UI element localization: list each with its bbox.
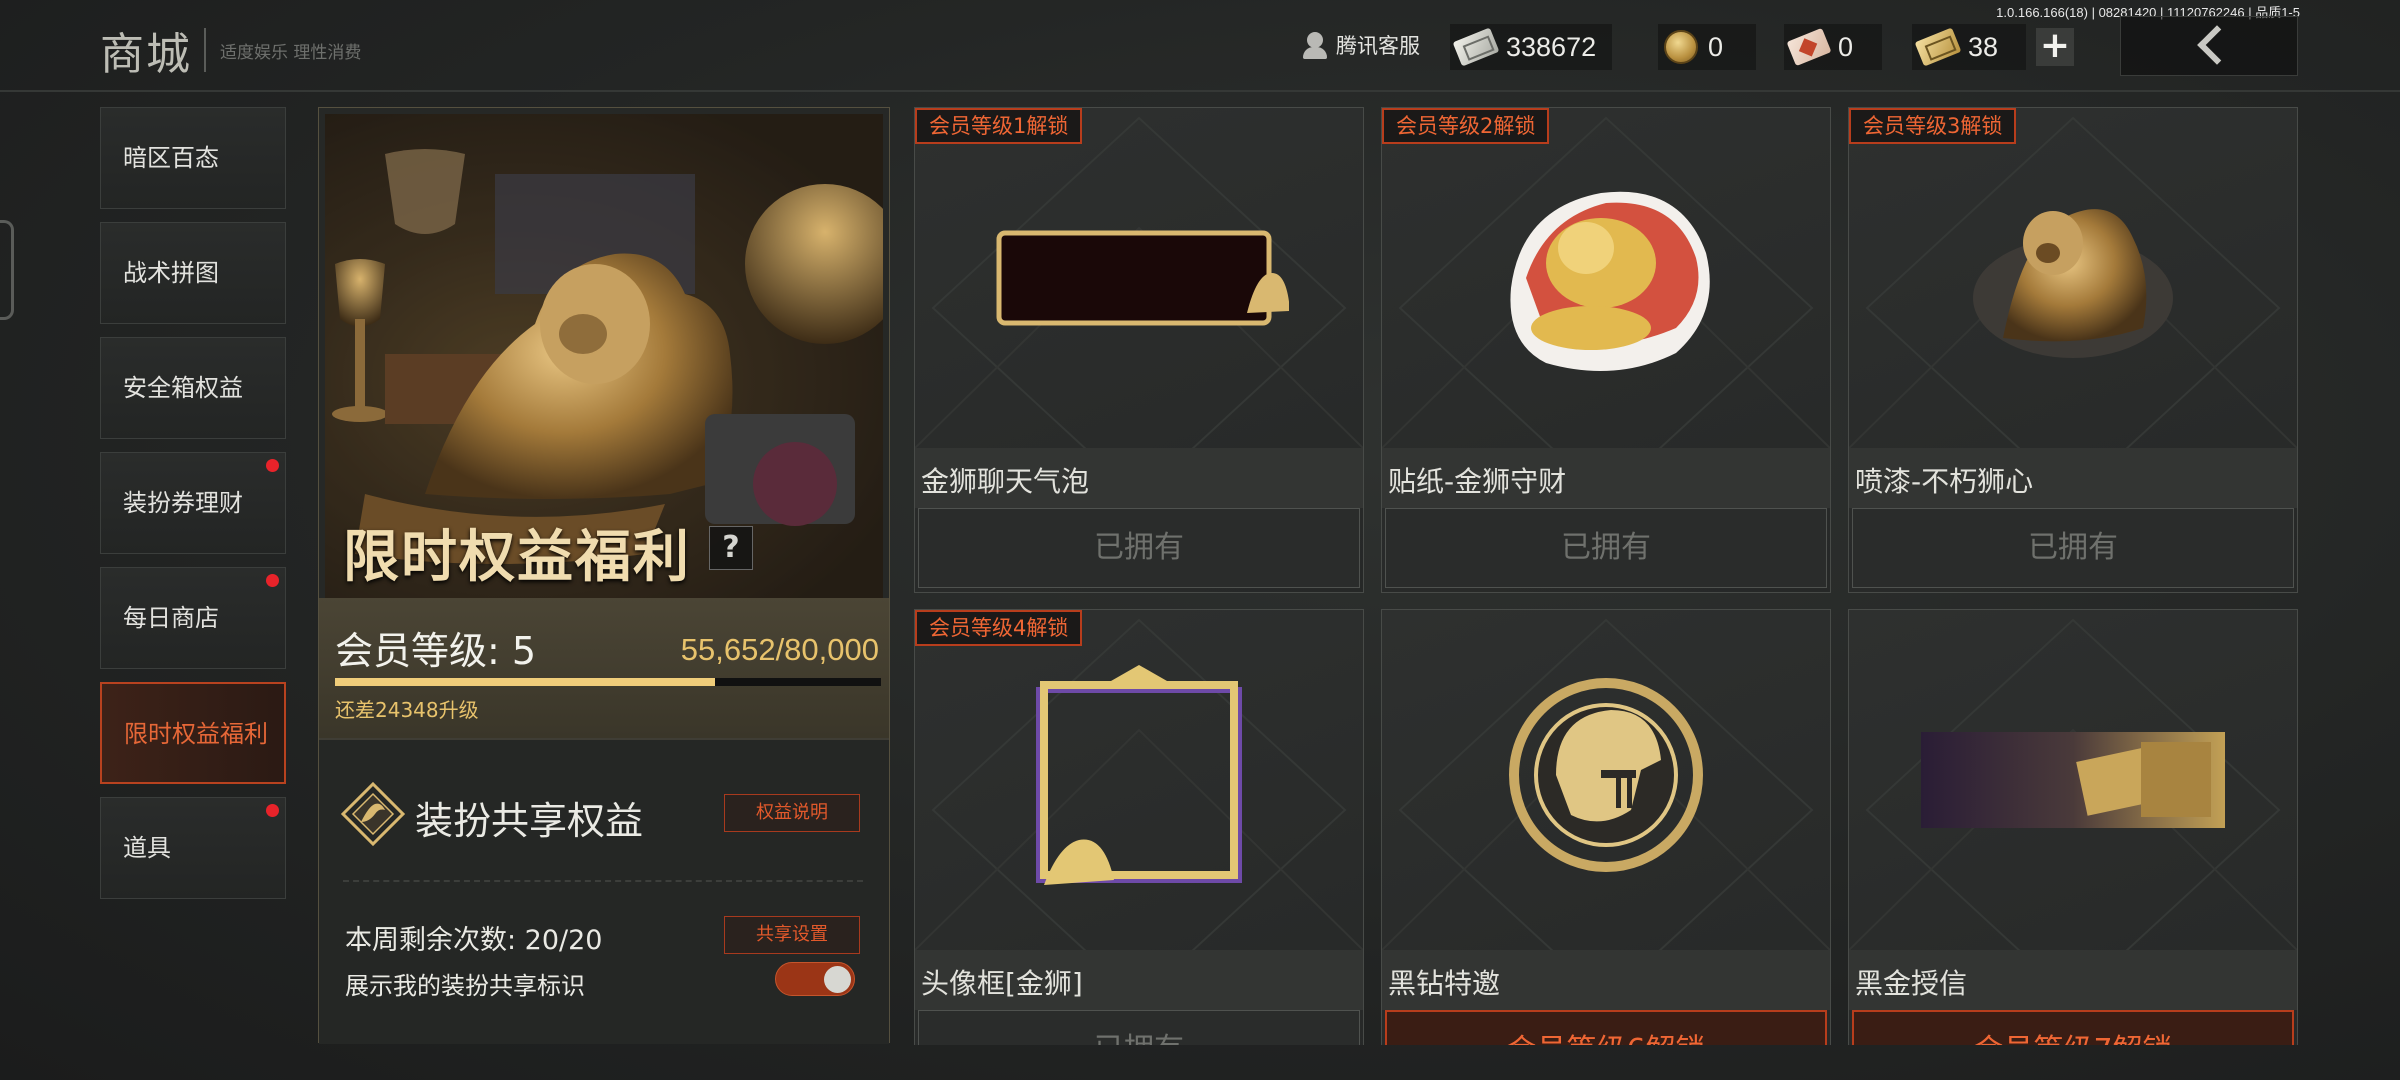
sidebar-item-label: 装扮券理财	[123, 489, 243, 517]
owned-button[interactable]: 已拥有	[1852, 508, 2294, 588]
customer-service-button[interactable]: 腾讯客服	[1300, 30, 1420, 60]
share-remaining-count: 本周剩余次数: 20/20	[345, 925, 603, 956]
product-card[interactable]: 会员等级1解锁 金狮聊天气泡 已拥有	[914, 107, 1364, 593]
card-icon	[1786, 27, 1832, 67]
black-gold-credit-image	[1921, 732, 2225, 828]
sidebar-item-label: 战术拼图	[123, 259, 219, 287]
notification-badge	[266, 574, 279, 587]
top-bar: 1.0.166.166(18) | 08281420 | 11120762246…	[0, 0, 2400, 92]
sidebar-item-label: 暗区百态	[123, 144, 219, 172]
share-section: 装扮共享权益 权益说明 本周剩余次数: 20/20 共享设置 展示我的装扮共享标…	[319, 738, 889, 1044]
unlock-tag: 会员等级2解锁	[1382, 108, 1550, 144]
share-settings-button[interactable]: 共享设置	[724, 916, 860, 954]
edge-decoration	[0, 220, 14, 320]
product-name: 金狮聊天气泡	[921, 465, 1090, 498]
promo-banner: 限时权益福利 ?	[325, 114, 883, 598]
golden-lion-avatar-frame-image	[1036, 665, 1242, 885]
card-name-bar: 喷漆-不朽狮心	[1849, 448, 2297, 508]
sidebar-item-label: 安全箱权益	[123, 374, 243, 402]
card-name-bar: 黑金授信	[1849, 950, 2297, 1010]
gold-ticket-icon	[1914, 27, 1962, 67]
back-button[interactable]	[2120, 16, 2298, 76]
add-currency-button[interactable]: +	[2036, 28, 2074, 66]
product-card[interactable]: 会员等级3解锁 喷漆-不朽狮心 已拥有	[1848, 107, 2298, 593]
sidebar-item-daily-shop[interactable]: 每日商店	[100, 567, 286, 669]
product-name: 黑金授信	[1855, 967, 1968, 1000]
card-name-bar: 贴纸-金狮守财	[1382, 448, 1830, 508]
coin-icon	[1664, 30, 1698, 64]
unlock-tag: 会员等级3解锁	[1849, 108, 2017, 144]
currency-value: 338672	[1506, 31, 1597, 62]
divider	[343, 880, 863, 882]
benefit-info-button[interactable]: 权益说明	[724, 794, 860, 832]
chevron-left-icon	[2197, 25, 2237, 65]
currency-value: 0	[1838, 31, 1854, 62]
notification-badge	[266, 459, 279, 472]
locked-unlock-button[interactable]: 会员等级6解锁	[1385, 1010, 1827, 1045]
sidebar-item-finance[interactable]: 装扮券理财	[100, 452, 286, 554]
golden-lion-chat-bubble-image	[996, 230, 1289, 326]
share-show-label: 展示我的装扮共享标识	[345, 972, 585, 1000]
share-title: 装扮共享权益	[415, 799, 644, 843]
product-card[interactable]: 会员等级4解锁 头像框[金狮] 已拥有	[914, 609, 1364, 1045]
divider	[204, 28, 206, 72]
product-card[interactable]: 黑金授信 会员等级7解锁	[1848, 609, 2298, 1045]
member-upgrade-hint: 还差24348升级	[335, 698, 479, 722]
sidebar-item-anqu[interactable]: 暗区百态	[100, 107, 286, 209]
owned-button[interactable]: 已拥有	[918, 508, 1360, 588]
brand: 商城 适度娱乐 理性消费	[100, 18, 361, 82]
ticket-icon	[1452, 27, 1500, 67]
golden-lion-spray-image	[1973, 209, 2173, 358]
product-name: 头像框[金狮]	[921, 967, 1083, 1000]
currency-value: 38	[1968, 31, 1999, 62]
card-name-bar: 头像框[金狮]	[915, 950, 1363, 1010]
customer-service-label: 腾讯客服	[1336, 34, 1420, 58]
sidebar-item-label: 道具	[123, 834, 171, 862]
product-name: 黑钻特邀	[1388, 967, 1501, 1000]
card-name-bar: 金狮聊天气泡	[915, 448, 1363, 508]
unlock-tag: 会员等级1解锁	[915, 108, 1083, 144]
product-grid: 会员等级1解锁 金狮聊天气泡 已拥有 会员等级2解锁 贴纸-金狮守财 已拥有 会…	[914, 107, 2300, 1045]
sidebar-item-safebox[interactable]: 安全箱权益	[100, 337, 286, 439]
sidebar-item-label: 限时权益福利	[124, 720, 268, 748]
member-progress-text: 55,652/80,000	[680, 632, 879, 667]
member-level-label: 会员等级: 5	[335, 629, 537, 673]
customer-service-icon	[1300, 30, 1330, 60]
sidebar: 暗区百态 战术拼图 安全箱权益 装扮券理财 每日商店 限时权益福利 道具	[100, 107, 286, 912]
member-progress-bar	[335, 678, 881, 686]
locked-unlock-button[interactable]: 会员等级7解锁	[1852, 1010, 2294, 1045]
slogan: 适度娱乐 理性消费	[220, 42, 362, 63]
product-card[interactable]: 会员等级2解锁 贴纸-金狮守财 已拥有	[1381, 107, 1831, 593]
spartan-helmet-emblem-image	[1509, 678, 1703, 872]
sidebar-item-limited-benefits[interactable]: 限时权益福利	[100, 682, 286, 784]
owned-button[interactable]: 已拥有	[1385, 508, 1827, 588]
owned-button[interactable]: 已拥有	[918, 1010, 1360, 1045]
golden-lion-sticker-image	[1510, 191, 1710, 371]
sidebar-item-props[interactable]: 道具	[100, 797, 286, 899]
notification-badge	[266, 804, 279, 817]
currency-value: 0	[1708, 31, 1724, 62]
currency-card[interactable]: 0	[1784, 24, 1882, 70]
member-progress-fill	[335, 678, 715, 686]
share-diamond-icon	[341, 782, 405, 846]
currency-ticket[interactable]: 338672	[1450, 24, 1612, 70]
currency-coin[interactable]: 0	[1658, 24, 1756, 70]
share-show-toggle[interactable]	[775, 962, 855, 996]
card-name-bar: 黑钻特邀	[1382, 950, 1830, 1010]
sidebar-item-label: 每日商店	[123, 604, 219, 632]
promo-panel: 限时权益福利 ? 会员等级: 5 55,652/80,000 还差24348升级…	[318, 107, 890, 1044]
promo-title: 限时权益福利	[343, 525, 691, 590]
product-name: 贴纸-金狮守财	[1388, 465, 1567, 498]
unlock-tag: 会员等级4解锁	[915, 610, 1083, 646]
member-level-section: 会员等级: 5 55,652/80,000 还差24348升级	[319, 598, 889, 738]
currency-gold-ticket[interactable]: 38	[1912, 24, 2026, 70]
sidebar-item-puzzle[interactable]: 战术拼图	[100, 222, 286, 324]
product-name: 喷漆-不朽狮心	[1855, 465, 2034, 498]
toggle-knob	[824, 966, 851, 993]
product-card[interactable]: 黑钻特邀 会员等级6解锁	[1381, 609, 1831, 1045]
page-title: 商城	[100, 29, 192, 80]
help-button[interactable]: ?	[709, 526, 753, 570]
